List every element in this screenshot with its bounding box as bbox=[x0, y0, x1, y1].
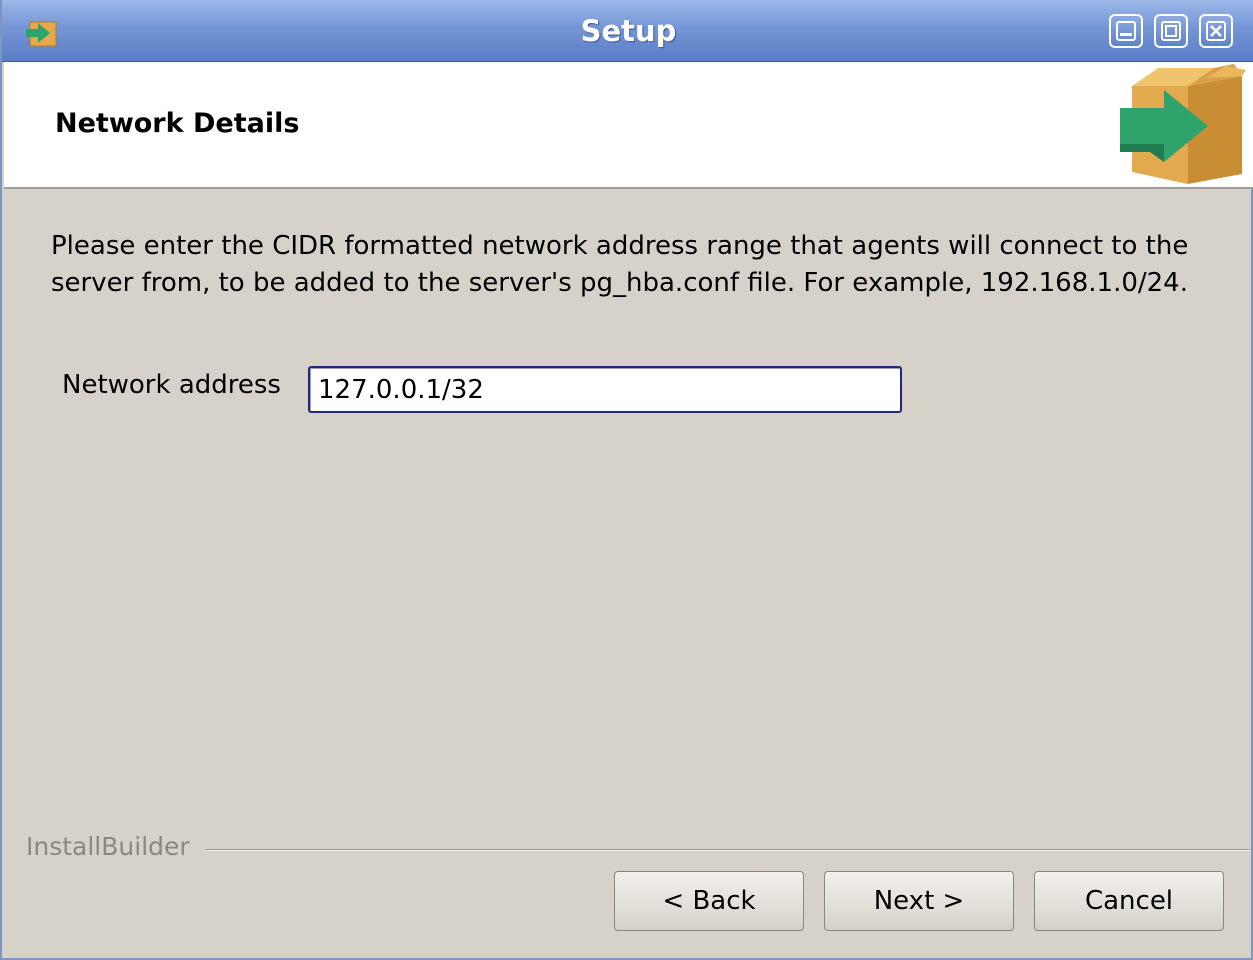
page-title: Network Details bbox=[55, 108, 300, 139]
maximize-button[interactable] bbox=[1154, 14, 1188, 48]
window-title: Setup bbox=[580, 14, 677, 48]
title-bar[interactable]: Setup bbox=[2, 0, 1253, 62]
page-header: Network Details bbox=[4, 62, 1253, 189]
installbuilder-brand: InstallBuilder bbox=[26, 832, 190, 861]
setup-window: Setup Network Details Please enter the C… bbox=[0, 0, 1253, 960]
installer-box-icon bbox=[1114, 64, 1250, 188]
maximize-icon bbox=[1161, 21, 1181, 41]
network-address-input[interactable] bbox=[308, 366, 902, 413]
next-button[interactable]: Next > bbox=[824, 871, 1014, 931]
back-button[interactable]: < Back bbox=[614, 871, 804, 931]
network-address-label: Network address bbox=[62, 370, 281, 400]
footer-divider bbox=[205, 849, 1251, 851]
minimize-icon bbox=[1116, 21, 1136, 41]
cancel-button[interactable]: Cancel bbox=[1034, 871, 1224, 931]
close-icon bbox=[1206, 21, 1226, 41]
minimize-button[interactable] bbox=[1109, 14, 1143, 48]
close-button[interactable] bbox=[1199, 14, 1233, 48]
description-text: Please enter the CIDR formatted network … bbox=[51, 231, 1189, 298]
